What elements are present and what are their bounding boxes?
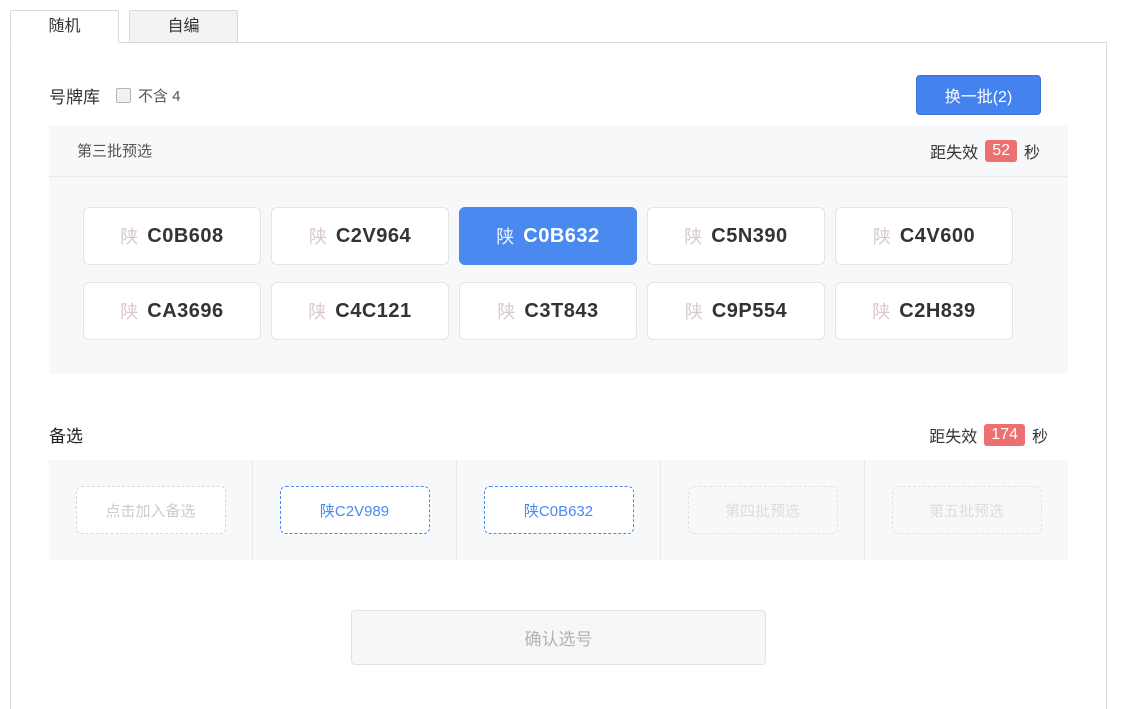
- backup-title: 备选: [49, 427, 83, 446]
- backup-slot[interactable]: 第五批预选: [865, 460, 1068, 560]
- plate-province: 陕: [872, 302, 891, 322]
- plate-province: 陕: [496, 227, 515, 247]
- checkbox-label: 不含 4: [138, 87, 181, 105]
- plate-number: C2V964: [335, 224, 412, 247]
- plate-number: C0B632: [523, 224, 600, 247]
- library-title: 号牌库: [49, 87, 100, 107]
- backup-slot[interactable]: 陕C2V989: [253, 460, 457, 560]
- library-row: 号牌库 不含 4 换一批(2): [49, 75, 1041, 115]
- plate-province: 陕: [497, 302, 516, 322]
- plate-number: C2H839: [899, 299, 976, 322]
- countdown-badge: 174: [984, 423, 1025, 446]
- plate-province: 陕: [684, 302, 703, 322]
- batch-header: 第三批预选 距失效 52 秒: [49, 125, 1068, 177]
- plate-province: 陕: [308, 227, 327, 247]
- batch-title: 第三批预选: [77, 143, 153, 160]
- plate-number: C0B608: [147, 224, 224, 247]
- plate-number: C9P554: [711, 299, 788, 322]
- plate-option[interactable]: 陕 C2V964: [271, 207, 449, 265]
- backup-slot[interactable]: 第四批预选: [661, 460, 865, 560]
- batch-countdown: 距失效 52 秒: [930, 139, 1040, 163]
- plate-option[interactable]: 陕 C0B608: [83, 207, 261, 265]
- plate-province: 陕: [308, 302, 327, 322]
- plate-province: 陕: [872, 227, 891, 247]
- plate-number: C3T843: [524, 299, 599, 322]
- countdown-suffix: 秒: [1023, 144, 1040, 162]
- plate-option[interactable]: 陕 CA3696: [83, 282, 261, 340]
- plate-number: C4C121: [335, 299, 412, 322]
- plate-number: C5N390: [711, 224, 788, 247]
- plate-option[interactable]: 陕 C0B632: [459, 207, 637, 265]
- backup-header: 备选 距失效 174 秒: [49, 422, 1048, 447]
- countdown-suffix: 秒: [1031, 428, 1048, 446]
- plate-option[interactable]: 陕 C2H839: [835, 282, 1013, 340]
- backup-slot-box: 点击加入备选: [75, 486, 226, 534]
- batch-panel: 第三批预选 距失效 52 秒 陕 C0B608 陕 C2V964 陕 C0B63…: [49, 125, 1068, 374]
- tab-random[interactable]: 随机: [10, 10, 119, 43]
- backup-slot[interactable]: 点击加入备选: [49, 460, 253, 560]
- plate-option[interactable]: 陕 C4V600: [835, 207, 1013, 265]
- refresh-batch-button[interactable]: 换一批(2): [916, 75, 1041, 115]
- backup-slot-box: 第五批预选: [891, 486, 1042, 534]
- backup-strip: 点击加入备选 陕C2V989 陕C0B632 第四批预选 第五批预选: [49, 460, 1068, 560]
- plate-province: 陕: [120, 227, 139, 247]
- plate-option[interactable]: 陕 C5N390: [647, 207, 825, 265]
- confirm-button[interactable]: 确认选号: [351, 610, 766, 665]
- plate-selection-panel: 号牌库 不含 4 换一批(2) 第三批预选 距失效 52 秒 陕 C0B608 …: [10, 42, 1107, 709]
- backup-slot[interactable]: 陕C0B632: [457, 460, 661, 560]
- backup-slot-box: 陕C2V989: [279, 486, 430, 534]
- plate-option[interactable]: 陕 C3T843: [459, 282, 637, 340]
- exclude-4-checkbox[interactable]: 不含 4: [116, 85, 181, 106]
- tab-bar: 随机 自编: [0, 10, 1126, 43]
- plate-number: C4V600: [899, 224, 976, 247]
- plate-province: 陕: [684, 227, 703, 247]
- backup-countdown: 距失效 174 秒: [929, 423, 1048, 447]
- tab-custom[interactable]: 自编: [129, 10, 238, 43]
- backup-slot-box: 陕C0B632: [483, 486, 634, 534]
- countdown-prefix: 距失效: [929, 428, 978, 446]
- backup-slot-box: 第四批预选: [687, 486, 838, 534]
- plate-option[interactable]: 陕 C9P554: [647, 282, 825, 340]
- countdown-badge: 52: [985, 139, 1017, 162]
- checkbox-icon[interactable]: [116, 87, 131, 103]
- plate-province: 陕: [120, 302, 139, 322]
- plate-grid: 陕 C0B608 陕 C2V964 陕 C0B632 陕 C5N390 陕 C4…: [49, 177, 1068, 374]
- plate-number: CA3696: [147, 299, 224, 322]
- countdown-prefix: 距失效: [930, 144, 979, 162]
- plate-option[interactable]: 陕 C4C121: [271, 282, 449, 340]
